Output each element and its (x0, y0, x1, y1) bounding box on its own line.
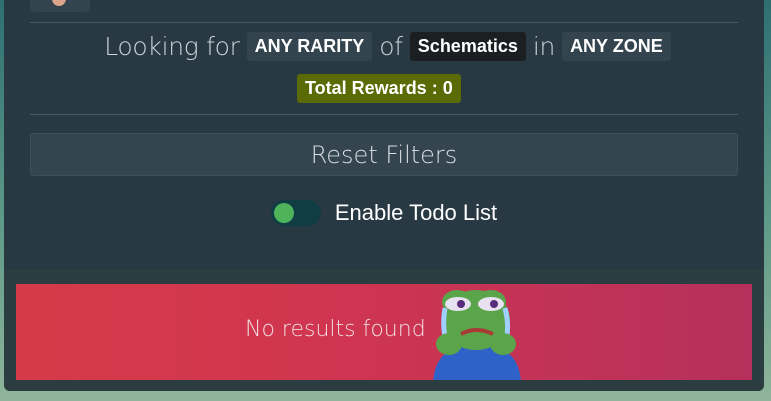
rarity-filter-chip[interactable]: ANY RARITY (246, 31, 373, 61)
divider (30, 22, 738, 23)
filter-panel: Looking for ANY RARITY of Schematics in … (4, 0, 764, 391)
no-results-text: No results found (245, 317, 426, 342)
filter-summary: Looking for ANY RARITY of Schematics in … (4, 30, 764, 62)
filter-prefix: Looking for (104, 31, 240, 61)
zone-filter-chip[interactable]: ANY ZONE (562, 31, 671, 61)
toggle-knob (273, 203, 294, 223)
total-rewards-badge: Total Rewards : 0 (297, 74, 461, 103)
todo-toggle-row: Enable Todo List (4, 199, 764, 227)
filter-of-word: of (379, 31, 403, 61)
no-results-banner: No results found (16, 284, 752, 380)
todo-list-toggle[interactable] (270, 200, 321, 226)
crying-frog-icon (433, 290, 521, 380)
avatar-icon[interactable] (30, 0, 90, 12)
reset-filters-button[interactable]: Reset Filters (30, 133, 738, 176)
divider (30, 114, 738, 115)
category-filter-chip[interactable]: Schematics (409, 31, 526, 61)
filter-in-word: in (532, 31, 556, 61)
todo-toggle-label: Enable Todo List (334, 200, 498, 225)
